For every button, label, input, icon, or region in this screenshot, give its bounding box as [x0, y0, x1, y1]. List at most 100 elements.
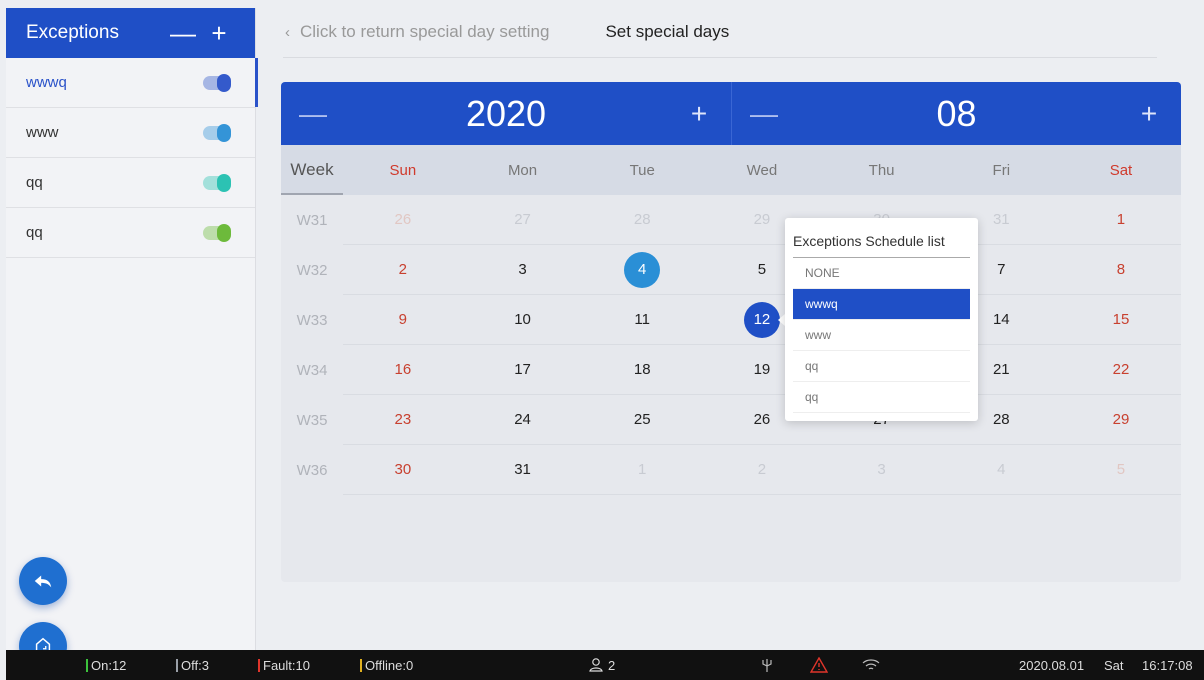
calendar-day[interactable]: 2	[343, 245, 463, 295]
antenna-icon	[760, 657, 774, 673]
calendar-day[interactable]: 2	[702, 445, 822, 495]
status-weekday: Sat	[1104, 657, 1124, 673]
schedule-option[interactable]: wwwq	[793, 289, 970, 320]
month-decrement-button[interactable]: —	[732, 98, 796, 130]
calendar-grid: W312627282930311W322345678W3391011121314…	[281, 195, 1181, 495]
schedule-option[interactable]: qq	[793, 382, 970, 413]
status-offline-label: Offline:0	[365, 657, 414, 673]
calendar-day[interactable]: 26	[343, 195, 463, 245]
calendar-day[interactable]: 4	[941, 445, 1061, 495]
status-off-label: Off:3	[181, 657, 209, 673]
chevron-left-icon: ‹	[285, 24, 290, 41]
offline-indicator	[360, 658, 362, 672]
user-icon	[589, 658, 603, 672]
sidebar-item[interactable]: qq	[6, 208, 255, 258]
sidebar-title: Exceptions	[26, 22, 119, 43]
calendar-day[interactable]: 9	[343, 295, 463, 345]
month-control: — 08 +	[731, 82, 1181, 145]
status-fault-label: Fault:10	[263, 657, 310, 673]
schedule-option[interactable]: www	[793, 320, 970, 351]
weekday-header: Sun	[389, 161, 417, 179]
schedule-option[interactable]: qq	[793, 351, 970, 382]
page-title: Set special days	[605, 22, 730, 41]
status-on-label: On:12	[91, 657, 127, 673]
status-date: 2020.08.01	[1019, 657, 1085, 673]
calendar-day[interactable]: 11	[582, 295, 702, 345]
calendar-day[interactable]: 5	[1061, 445, 1181, 495]
calendar-day[interactable]: 24	[463, 395, 583, 445]
calendar-day[interactable]: 15	[1061, 295, 1181, 345]
calendar-day[interactable]: 10	[463, 295, 583, 345]
calendar-panel: — 2020 + — 08 + Week Sun Mon Tue Wed Thu Fri S…	[281, 82, 1181, 582]
toggle-knob	[217, 173, 231, 192]
popup-options: NONE wwwq www qq qq	[793, 258, 970, 413]
toggle-knob	[217, 123, 231, 142]
exceptions-schedule-popup: Exceptions Schedule list NONE wwwq www qq qq	[785, 218, 978, 421]
day-marker-today: 4	[624, 252, 661, 288]
weekday-header: Wed	[746, 161, 778, 179]
sidebar-item[interactable]: qq	[6, 158, 255, 208]
calendar-day[interactable]: 1	[1061, 195, 1181, 245]
calendar-day[interactable]: 4	[582, 245, 702, 295]
sidebar-item[interactable]: wwwq	[6, 58, 258, 108]
status-off: Off:3	[176, 658, 209, 673]
calendar-day[interactable]: 29	[1061, 395, 1181, 445]
weekday-header: Sat	[1109, 161, 1133, 179]
week-number: W34	[296, 361, 328, 379]
status-offline: Offline:0	[360, 658, 413, 673]
calendar-day[interactable]: 31	[463, 445, 583, 495]
calendar-day[interactable]: 16	[343, 345, 463, 395]
on-indicator	[86, 658, 88, 672]
sidebar-item-label: qq	[26, 174, 43, 191]
calendar-day[interactable]: 8	[1061, 245, 1181, 295]
calendar-day[interactable]: 3	[463, 245, 583, 295]
status-fault: Fault:10	[258, 658, 310, 673]
year-increment-button[interactable]: +	[667, 98, 731, 130]
enable-toggle[interactable]	[203, 223, 231, 242]
remove-exception-button[interactable]: —	[165, 20, 201, 46]
calendar-day[interactable]: 23	[343, 395, 463, 445]
week-column-header: Week	[281, 145, 343, 195]
calendar-day[interactable]: 28	[582, 195, 702, 245]
warning-icon[interactable]	[810, 657, 828, 673]
week-row: W339101112131415	[281, 295, 1181, 345]
status-on: On:12	[86, 658, 126, 673]
week-row: W36 30 31 1 2 3 4 5	[281, 445, 1181, 495]
day-marker-selected: 12	[743, 302, 780, 338]
week-number: W35	[296, 411, 328, 429]
calendar-day[interactable]: 27	[463, 195, 583, 245]
calendar-day[interactable]: 17	[463, 345, 583, 395]
users-count[interactable]: 2	[588, 657, 615, 673]
year-control: — 2020 +	[281, 82, 731, 145]
week-number: W31	[296, 211, 328, 229]
exceptions-list: wwwq www qq qq	[6, 58, 258, 258]
sidebar-item-label: qq	[26, 224, 43, 241]
sidebar-item-label: wwwq	[26, 74, 67, 91]
schedule-option[interactable]: NONE	[793, 258, 970, 289]
week-number: W36	[296, 461, 328, 479]
week-row: W322345678	[281, 245, 1181, 295]
off-indicator	[176, 658, 178, 672]
back-link[interactable]: ‹ Click to return special day setting	[285, 22, 549, 42]
popup-title: Exceptions Schedule list	[793, 218, 970, 258]
week-row: W3523242526272829	[281, 395, 1181, 445]
sidebar-item[interactable]: www	[6, 108, 255, 158]
back-link-label: Click to return special day setting	[300, 22, 550, 41]
month-value: 08	[936, 92, 977, 134]
calendar-day[interactable]: 18	[582, 345, 702, 395]
month-increment-button[interactable]: +	[1117, 98, 1181, 130]
calendar-day[interactable]: 25	[582, 395, 702, 445]
calendar-day[interactable]: 22	[1061, 345, 1181, 395]
calendar-day[interactable]: 30	[343, 445, 463, 495]
calendar-day[interactable]: 1	[582, 445, 702, 495]
week-row: W3416171819202122	[281, 345, 1181, 395]
week-row: W312627282930311	[281, 195, 1181, 245]
back-fab-button[interactable]	[19, 557, 67, 605]
add-exception-button[interactable]: +	[201, 20, 237, 46]
sidebar-item-label: www	[26, 124, 59, 141]
calendar-day[interactable]: 3	[822, 445, 942, 495]
enable-toggle[interactable]	[203, 73, 231, 92]
enable-toggle[interactable]	[203, 173, 231, 192]
enable-toggle[interactable]	[203, 123, 231, 142]
year-decrement-button[interactable]: —	[281, 98, 345, 130]
